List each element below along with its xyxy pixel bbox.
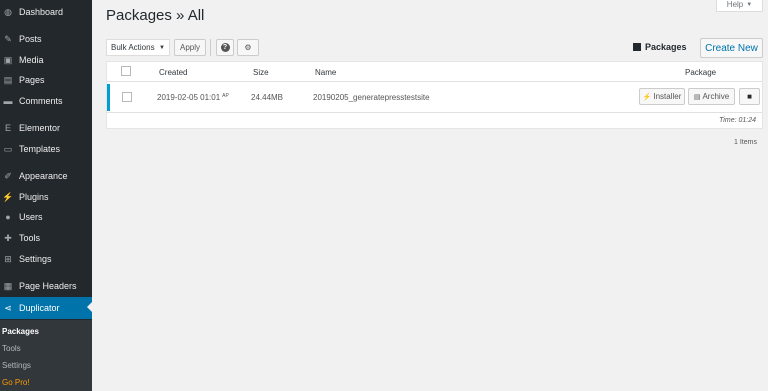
menu-item-tools[interactable]: ✚ Tools (0, 228, 92, 248)
menu-item-appearance[interactable]: ✐ Appearance (0, 166, 92, 186)
items-count: 1 Items (734, 139, 757, 146)
settings-icon: ⊞ (4, 253, 12, 264)
comment-icon: ▬ (3, 96, 13, 106)
plug-icon: ⚡ (2, 191, 14, 202)
menu-label: Posts (19, 34, 42, 44)
pin-icon: ✎ (4, 33, 12, 44)
menu-item-pages[interactable]: ▤ Pages (0, 70, 92, 90)
menu-label: Media (19, 55, 44, 65)
menu-label: Users (19, 212, 43, 222)
menu-label: Pages (19, 75, 45, 85)
table-header: Created Size Name Package (107, 62, 762, 82)
share-icon: ⋖ (4, 302, 12, 313)
file-icon: ▤ (693, 93, 701, 101)
user-icon: ● (5, 212, 11, 222)
chevron-down-icon: ▼ (746, 1, 753, 8)
created-date: 2019-02-05 01:01 (157, 93, 221, 102)
submenu-go-pro[interactable]: Go Pro! (2, 378, 30, 387)
build-time: Time: 01:24 (719, 117, 756, 124)
submenu-settings[interactable]: Settings (2, 361, 31, 370)
details-button[interactable]: ■ (739, 88, 760, 105)
question-icon: ? (220, 43, 230, 52)
menu-item-duplicator[interactable]: ⋖ Duplicator (0, 297, 92, 319)
menu-item-plugins[interactable]: ⚡ Plugins (0, 187, 92, 207)
table-footer: Time: 01:24 (107, 112, 762, 128)
toolbar: Bulk Actions ▼ Apply ? ⚙ Packages Create… (106, 37, 763, 59)
duplicator-submenu: Packages Tools Settings Go Pro! (0, 320, 92, 391)
chevron-down-icon: ▼ (159, 44, 165, 51)
installer-button[interactable]: ⚡ Installer (639, 88, 685, 105)
menu-item-comments[interactable]: ▬ Comments (0, 91, 92, 111)
row-checkbox[interactable] (122, 92, 132, 102)
submenu-tools[interactable]: Tools (2, 344, 21, 353)
packages-heading: Packages (633, 42, 687, 52)
menu-item-posts[interactable]: ✎ Posts (0, 29, 92, 49)
select-all-checkbox[interactable] (121, 66, 131, 76)
menu-label: Settings (19, 254, 52, 264)
page-title: Packages » All (106, 7, 205, 24)
toolbar-divider (210, 39, 211, 56)
installer-label: Installer (653, 92, 682, 101)
submenu-packages[interactable]: Packages (2, 327, 39, 336)
packages-table: Created Size Name Package 2019-02-05 01:… (106, 61, 763, 129)
bolt-icon: ⚡ (642, 93, 652, 101)
menu-label: Page Headers (19, 281, 77, 291)
column-created: Created (159, 68, 188, 77)
brush-icon: ✐ (4, 170, 12, 181)
menu-label: Templates (19, 144, 61, 154)
packages-heading-label: Packages (645, 42, 687, 52)
menu-label: Comments (19, 96, 63, 106)
media-icon: ▣ (3, 54, 13, 65)
menu-item-templates[interactable]: ▭ Templates (0, 139, 92, 159)
menu-item-page-headers[interactable]: ▦ Page Headers (0, 276, 92, 296)
archive-button[interactable]: ▤ Archive (688, 88, 735, 105)
folder-icon: ▭ (3, 143, 13, 154)
column-name: Name (315, 68, 337, 77)
dashboard-icon: ◍ (4, 6, 12, 17)
table-row: 2019-02-05 01:01 AP 24.44MB 20190205_gene… (107, 84, 762, 111)
archive-label: Archive (702, 92, 730, 101)
menu-label: Tools (19, 233, 41, 243)
archive-box-icon: ■ (747, 92, 752, 101)
menu-item-media[interactable]: ▣ Media (0, 50, 92, 70)
settings-button[interactable]: ⚙ (237, 39, 259, 56)
column-package: Package (685, 68, 717, 77)
help-label: Help (726, 0, 744, 9)
admin-sidebar: ◍ Dashboard ✎ Posts ▣ Media ▤ Pages ▬ Co… (0, 0, 92, 391)
menu-label: Plugins (19, 192, 49, 202)
column-size: Size (253, 68, 269, 77)
menu-label: Appearance (19, 171, 68, 181)
elementor-icon: E (4, 123, 11, 133)
menu-item-elementor[interactable]: E Elementor (0, 118, 92, 138)
apply-button[interactable]: Apply (174, 39, 206, 56)
menu-label: Dashboard (19, 7, 64, 17)
menu-item-dashboard[interactable]: ◍ Dashboard (0, 2, 92, 22)
menu-label: Elementor (19, 123, 61, 133)
gear-icon: ⚙ (244, 43, 252, 52)
bulk-actions-label: Bulk Actions (111, 43, 155, 52)
create-new-button[interactable]: Create New (700, 38, 763, 58)
row-name: 20190205_generatepresstestsite (313, 93, 430, 102)
row-created: 2019-02-05 01:01 AP (157, 93, 229, 102)
row-size: 24.44MB (251, 93, 284, 102)
menu-item-users[interactable]: ● Users (0, 207, 92, 227)
archive-box-icon (633, 43, 641, 51)
grid-icon: ▦ (3, 280, 13, 291)
created-meridiem: AP (222, 93, 229, 99)
menu-label: Duplicator (19, 303, 60, 313)
menu-item-settings[interactable]: ⊞ Settings (0, 249, 92, 269)
pages-icon: ▤ (3, 74, 13, 85)
help-tab[interactable]: Help ▼ (716, 0, 763, 12)
help-button[interactable]: ? (216, 39, 234, 56)
wrench-icon: ✚ (4, 232, 12, 243)
bulk-actions-select[interactable]: Bulk Actions ▼ (106, 39, 170, 56)
